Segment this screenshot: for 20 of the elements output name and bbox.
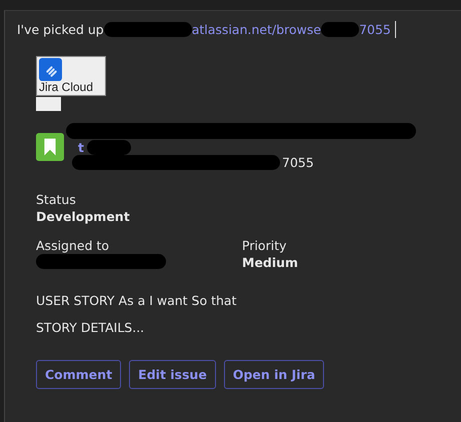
link[interactable]: atlassian.net/browse [192,22,322,36]
action-button[interactable]: Edit issue [129,360,216,389]
link[interactable]: 7055 [359,22,391,36]
field-label: Assigned to [36,237,110,254]
app-name: Jira Cloud [39,81,94,94]
text-cursor [394,20,396,38]
field-label: Priority [242,237,288,254]
bookmark-icon [36,132,64,160]
issue-key: 7055 [282,155,314,170]
redaction-mark [321,22,360,36]
description-text: STORY DETAILS... [36,320,146,335]
description-text: USER STORY As a I want So that [36,293,238,308]
field-value: Medium [242,254,300,271]
action-button[interactable]: Open in Jira [224,360,324,389]
app-icon [39,58,62,81]
field-label: Status [36,191,77,208]
field-value: Development [36,208,131,225]
issue-link[interactable]: t [78,140,84,154]
message-text: I've picked up [17,22,104,36]
action-button[interactable]: Comment [36,360,122,389]
